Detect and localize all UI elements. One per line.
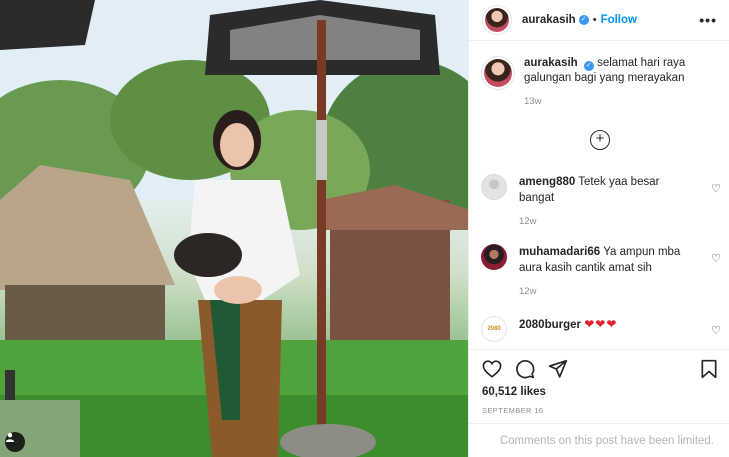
comment-item: ameng880 Tetek yaa besar bangat 12w ♡ bbox=[481, 174, 721, 227]
brand-logo-text: 2080 bbox=[487, 326, 501, 332]
save-bookmark-icon[interactable] bbox=[700, 359, 718, 379]
user-icon bbox=[5, 433, 15, 442]
commenter-avatar[interactable] bbox=[481, 174, 507, 200]
caption: aurakasih ✓ selamat hari raya galungan b… bbox=[481, 56, 714, 107]
comment-item: 2080 2080burger ❤❤❤ ♡ bbox=[481, 316, 721, 342]
user-tag-icon[interactable] bbox=[5, 432, 25, 452]
comment-like-heart-icon[interactable]: ♡ bbox=[711, 324, 721, 337]
comments-list[interactable]: aurakasih ✓ selamat hari raya galungan b… bbox=[469, 42, 729, 348]
commenter-avatar[interactable]: 2080 bbox=[481, 316, 507, 342]
comments-limited-notice: Comments on this post have been limited. bbox=[469, 423, 729, 457]
comment-text: ❤❤❤ bbox=[584, 317, 618, 331]
load-more-comments-button[interactable]: + bbox=[590, 130, 610, 150]
comment-time[interactable]: 12w bbox=[519, 216, 694, 227]
commenter-username[interactable]: ameng880 bbox=[519, 176, 575, 188]
post-date[interactable]: SEPTEMBER 16 bbox=[469, 406, 729, 415]
commenter-username[interactable]: 2080burger bbox=[519, 319, 581, 331]
commenter-username[interactable]: muhamadari66 bbox=[519, 246, 600, 258]
comment-bubble-icon[interactable] bbox=[515, 359, 535, 379]
share-paper-plane-icon[interactable] bbox=[548, 359, 568, 379]
more-options-icon[interactable]: ••• bbox=[699, 12, 717, 28]
likes-count[interactable]: 60,512 likes bbox=[469, 386, 729, 398]
post-header: aurakasih ✓ • Follow ••• bbox=[469, 0, 729, 41]
verified-badge-icon: ✓ bbox=[578, 15, 589, 25]
comment-like-heart-icon[interactable]: ♡ bbox=[711, 182, 721, 195]
comment-time[interactable]: 12w bbox=[519, 286, 694, 297]
author-avatar[interactable] bbox=[482, 5, 512, 35]
comment-item: muhamadari66 Ya ampun mba aura kasih can… bbox=[481, 244, 721, 297]
instagram-post: aurakasih ✓ • Follow ••• aurakasih ✓ sel… bbox=[0, 0, 729, 457]
follow-button[interactable]: Follow bbox=[601, 14, 637, 26]
caption-avatar[interactable] bbox=[481, 56, 515, 90]
post-actions: 60,512 likes SEPTEMBER 16 bbox=[469, 349, 729, 423]
separator: • bbox=[592, 14, 597, 26]
caption-username[interactable]: aurakasih bbox=[524, 57, 578, 69]
comment-like-heart-icon[interactable]: ♡ bbox=[711, 252, 721, 265]
post-side-panel: aurakasih ✓ • Follow ••• aurakasih ✓ sel… bbox=[468, 0, 729, 457]
caption-time[interactable]: 13w bbox=[524, 96, 714, 107]
post-photo-illustration bbox=[0, 0, 468, 457]
commenter-avatar[interactable] bbox=[481, 244, 507, 270]
author-username[interactable]: aurakasih bbox=[522, 14, 576, 26]
verified-badge-icon: ✓ bbox=[583, 61, 594, 71]
like-heart-icon[interactable] bbox=[482, 360, 502, 378]
post-photo[interactable] bbox=[0, 0, 468, 457]
